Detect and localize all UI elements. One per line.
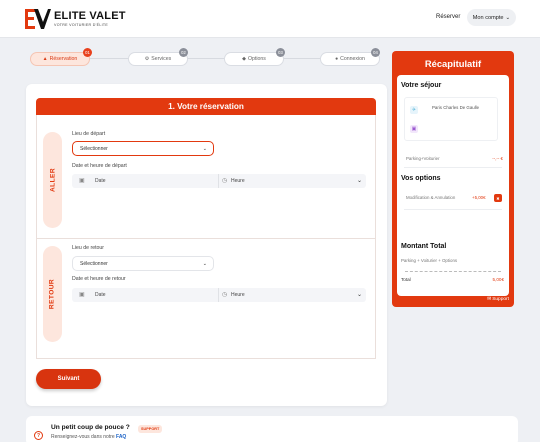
step-label: Options <box>247 56 266 62</box>
departure-time-select[interactable]: Heure <box>231 178 245 184</box>
retour-tab: RETOUR <box>43 246 62 342</box>
option-value: +5,00€ <box>472 195 486 200</box>
clock-icon: ◷ <box>222 178 228 184</box>
departure-date-input[interactable]: Date <box>95 178 106 184</box>
options-heading: Vos options <box>401 175 441 182</box>
support-badge: SUPPORT <box>138 425 163 433</box>
step-options[interactable]: ◆ Options <box>224 52 284 66</box>
retour-label: RETOUR <box>49 278 56 310</box>
return-place-label: Lieu de retour <box>72 245 105 251</box>
help-banner: ? Un petit coup de pouce ? SUPPORT Rense… <box>26 416 518 442</box>
chevron-down-icon: ⌄ <box>202 261 207 267</box>
departure-datetime-label: Date et heure de départ <box>72 163 127 169</box>
stay-heading: Votre séjour <box>401 82 442 89</box>
support-link[interactable]: ✉ Support <box>487 297 509 302</box>
step-label: Réservation <box>49 56 78 62</box>
departure-place-label: Lieu de départ <box>72 131 106 137</box>
divider <box>404 209 502 210</box>
parking-label: Parking+Voiturier <box>406 156 440 161</box>
step-number: 03 <box>276 48 285 57</box>
remove-option-icon[interactable]: ✖ <box>494 194 502 202</box>
summary-panel: Récapitulatif Votre séjour ✈ Paris Charl… <box>392 51 514 307</box>
field-separator <box>218 288 219 302</box>
car-icon: ▲ <box>42 56 48 62</box>
user-icon: ● <box>335 56 339 62</box>
help-title: Un petit coup de pouce ? <box>51 424 130 431</box>
support-label: Support <box>492 297 509 302</box>
summary-title: Récapitulatif <box>424 58 482 69</box>
stepper-line <box>70 58 360 59</box>
shield-icon: ◆ <box>242 56 246 62</box>
chevron-down-icon: ⌄ <box>202 146 207 152</box>
return-place-select[interactable]: Sélectionner ⌄ <box>72 256 214 271</box>
chevron-down-icon[interactable]: ⌄ <box>357 291 362 298</box>
help-subtitle-text: Renseignez-vous dans notre <box>51 434 117 440</box>
parking-value: --,-- € <box>492 156 503 161</box>
account-menu-label: Mon compte <box>472 14 504 21</box>
total-value: 5,00€ <box>492 277 505 282</box>
next-button[interactable]: Suivant <box>36 369 101 389</box>
top-header: ELITE VALET VOTRE VOITURIER D'ÉLITE Rése… <box>0 0 540 38</box>
clock-icon: ◷ <box>222 292 228 298</box>
option-label: Modification & Annulation <box>406 195 456 200</box>
departure-datetime-row: ▣ Date ◷ Heure ⌄ <box>72 174 366 188</box>
summary-total-card: Montant Total Parking + Voiturier + Opti… <box>397 236 509 296</box>
step-label: Connexion <box>340 56 365 62</box>
gear-icon: ⚙ <box>144 56 150 62</box>
return-date-input[interactable]: Date <box>95 292 106 298</box>
calendar-icon: ▣ <box>79 178 85 184</box>
step-number: 01 <box>83 48 92 57</box>
total-heading: Montant Total <box>401 243 447 250</box>
elite-valet-logo[interactable] <box>25 9 51 29</box>
section-divider <box>36 238 376 239</box>
total-label: Total <box>401 277 411 282</box>
chat-icon: ✉ <box>487 297 492 302</box>
field-separator <box>218 174 219 188</box>
step-number: 02 <box>179 48 188 57</box>
step-label: Services <box>151 56 172 62</box>
departure-place-select[interactable]: Sélectionner ⌄ <box>72 141 214 156</box>
chevron-down-icon[interactable]: ⌄ <box>357 177 362 184</box>
plane-icon: ✈ <box>410 106 418 114</box>
return-datetime-label: Date et heure de retour <box>72 276 126 282</box>
departure-place-value: Sélectionner <box>80 145 108 152</box>
return-place-value: Sélectionner <box>80 260 108 267</box>
account-menu-button[interactable]: Mon compte ⌄ <box>467 9 516 26</box>
aller-label: ALLER <box>49 168 57 192</box>
aller-tab: ALLER <box>43 132 62 228</box>
return-datetime-row: ▣ Date ◷ Heure ⌄ <box>72 288 366 302</box>
faq-link[interactable]: FAQ <box>116 434 126 440</box>
brand-tagline: VOTRE VOITURIER D'ÉLITE <box>54 23 109 27</box>
nav-reserver-link[interactable]: Réserver <box>436 14 460 20</box>
help-subtitle: Renseignez-vous dans notre FAQ <box>51 434 126 440</box>
brand-name: ELITE VALET <box>54 10 126 22</box>
progress-stepper: ▲ Réservation 01 ⚙ Services 02 ◆ Options… <box>30 48 380 68</box>
stay-details: ✈ Paris Charles De Gaulle ▣ <box>404 97 498 141</box>
help-icon: ? <box>34 431 43 440</box>
total-breakdown: Parking + Voiturier + Options <box>401 258 458 263</box>
calendar-icon: ▣ <box>410 125 418 133</box>
step-reservation[interactable]: ▲ Réservation <box>30 52 90 66</box>
dashed-divider <box>405 271 501 272</box>
divider <box>404 167 502 168</box>
chevron-down-icon: ⌄ <box>505 14 511 21</box>
return-time-select[interactable]: Heure <box>231 292 245 298</box>
calendar-icon: ▣ <box>79 292 85 298</box>
form-title: 1. Votre réservation <box>36 98 376 115</box>
step-number: 04 <box>371 48 380 57</box>
airport-name: Paris Charles De Gaulle <box>432 105 480 110</box>
